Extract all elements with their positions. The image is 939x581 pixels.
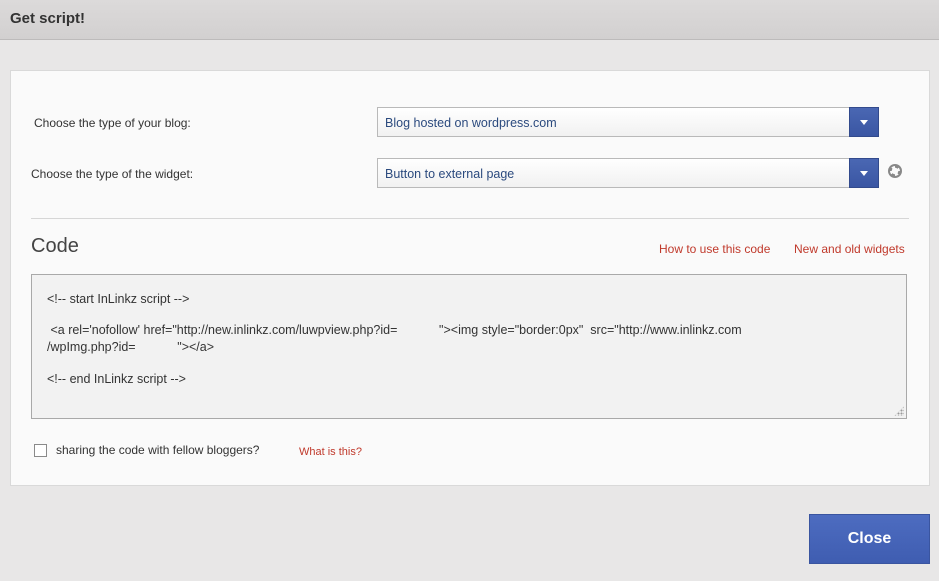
close-button-label: Close — [847, 530, 892, 547]
chevron-down-icon[interactable] — [849, 107, 879, 137]
resize-grip-icon[interactable] — [894, 406, 904, 416]
code-textarea[interactable]: <!-- start InLinkz script --> <a rel='no… — [31, 274, 907, 419]
blog-type-value: Blog hosted on wordpress.com — [385, 116, 557, 130]
lifebuoy-help-icon[interactable] — [888, 164, 902, 178]
blog-type-select[interactable]: Blog hosted on wordpress.com — [377, 107, 879, 137]
dialog-title: Get script! — [10, 10, 86, 27]
code-line: <!-- start InLinkz script --> — [47, 292, 190, 306]
how-to-use-link[interactable]: How to use this code — [659, 242, 770, 256]
close-button[interactable]: Close — [809, 514, 930, 564]
code-line: <a rel='nofollow' href="http://new.inlin… — [47, 323, 742, 337]
dialog-titlebar: Get script! — [0, 0, 939, 40]
divider — [31, 218, 909, 219]
share-code-checkbox[interactable] — [34, 444, 47, 457]
what-is-this-link[interactable]: What is this? — [299, 446, 362, 458]
widget-type-label: Choose the type of the widget: — [31, 167, 194, 181]
code-line: /wpImg.php?id= "></a> — [47, 340, 215, 354]
widget-type-value: Button to external page — [385, 167, 515, 181]
blog-type-label: Choose the type of your blog: — [34, 116, 191, 130]
code-heading: Code — [31, 235, 79, 257]
script-panel: Choose the type of your blog: Blog hoste… — [10, 70, 930, 486]
share-code-label: sharing the code with fellow bloggers? — [56, 443, 260, 457]
chevron-down-icon[interactable] — [849, 158, 879, 188]
widget-type-select[interactable]: Button to external page — [377, 158, 879, 188]
new-old-widgets-link[interactable]: New and old widgets — [794, 242, 905, 256]
code-line: <!-- end InLinkz script --> — [47, 372, 186, 386]
